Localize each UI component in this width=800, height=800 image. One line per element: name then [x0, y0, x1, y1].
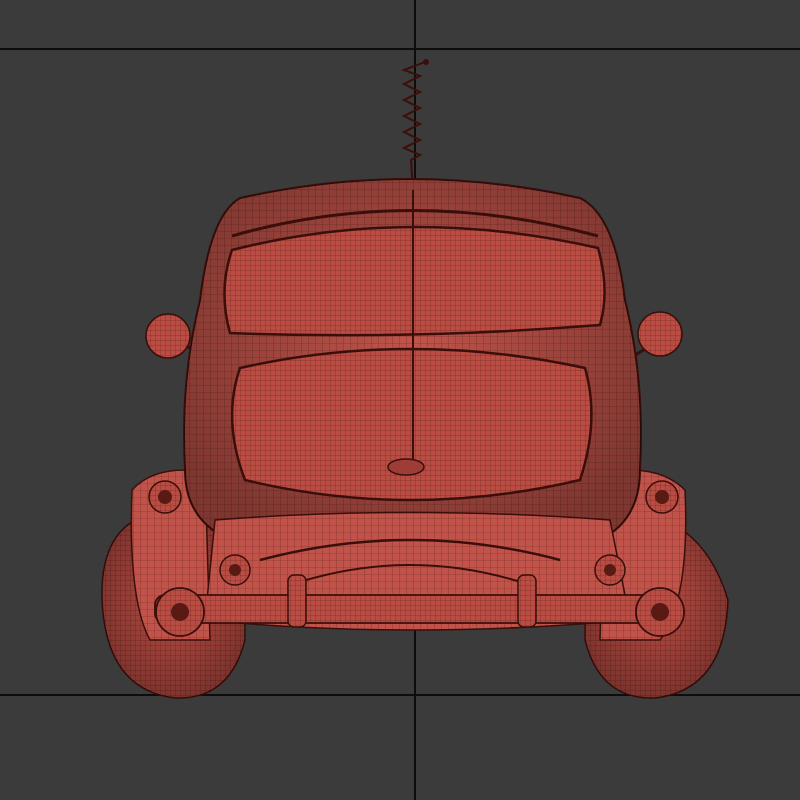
bumper-light-left — [155, 587, 205, 637]
bumper-light-right — [635, 587, 685, 637]
trunk-badge — [387, 458, 425, 476]
3d-viewport[interactable] — [0, 0, 800, 800]
rear-window — [223, 225, 606, 337]
reflector-right — [594, 554, 626, 586]
tail-light-upper-right — [645, 480, 679, 514]
mirror-right — [629, 311, 683, 360]
tail-light-upper-left — [148, 480, 182, 514]
car-wireframe-model[interactable] — [0, 0, 800, 800]
antenna — [401, 59, 429, 191]
trunk-lid — [230, 347, 593, 502]
reflector-left — [219, 554, 251, 586]
